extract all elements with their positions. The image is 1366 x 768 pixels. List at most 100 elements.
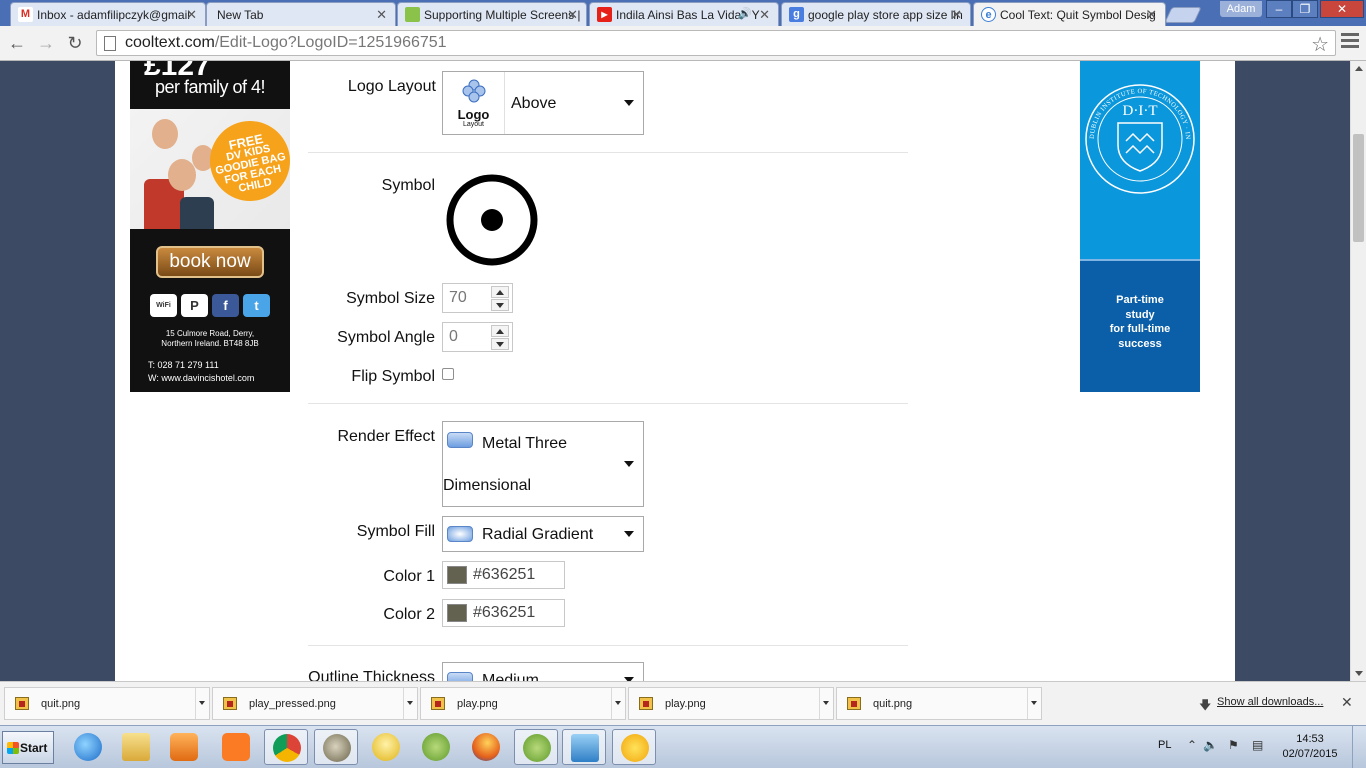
symbol-preview-icon[interactable] <box>445 173 540 268</box>
xampp-icon[interactable] <box>214 729 258 765</box>
address-line: 15 Culmore Road, Derry, <box>165 329 255 338</box>
logo-layout-select[interactable]: Logo Layout Above <box>442 71 644 135</box>
chevron-down-icon[interactable] <box>195 688 209 719</box>
start-button[interactable]: Start <box>2 731 54 764</box>
color1-swatch[interactable] <box>447 566 467 584</box>
spin-down-icon[interactable] <box>491 338 509 350</box>
symbol-fill-select[interactable]: Radial Gradient <box>442 516 644 552</box>
flower-logo-icon <box>462 79 485 103</box>
dit-advert[interactable]: DUBLIN INSTITUTE OF TECHNOLOGY · INSTITI… <box>1080 61 1200 392</box>
flip-symbol-checkbox[interactable] <box>442 368 454 380</box>
system-clock[interactable]: 14:53 02/07/2015 <box>1280 732 1340 762</box>
color2-input[interactable]: #636251 <box>442 599 565 627</box>
tab-cooltext[interactable]: e Cool Text: Quit Symbol Desig ✕ <box>973 2 1166 27</box>
tab-close-icon[interactable]: ✕ <box>759 7 770 23</box>
close-icon[interactable]: ✕ <box>1341 694 1353 711</box>
tab-close-icon[interactable]: ✕ <box>186 7 197 23</box>
symbol-angle-input[interactable]: 0 <box>442 322 513 352</box>
image-viewer-icon[interactable] <box>562 729 606 765</box>
tab-new-tab[interactable]: New Tab ✕ <box>206 2 396 26</box>
chevron-down-icon <box>624 461 634 467</box>
new-tab-button[interactable] <box>1164 7 1202 23</box>
symbol-angle-label: Symbol Angle <box>337 329 435 346</box>
ad-web: W: www.davincishotel.com <box>148 373 255 383</box>
download-item[interactable]: play.png <box>628 687 834 720</box>
chevron-down-icon[interactable] <box>1027 688 1041 719</box>
start-label: Start <box>20 741 48 755</box>
gimp-icon[interactable] <box>314 729 358 765</box>
scroll-down-icon[interactable] <box>1355 671 1363 676</box>
tab-supporting-screens[interactable]: Supporting Multiple Screens | ✕ <box>397 2 587 26</box>
book-now-button[interactable]: book now <box>156 246 264 278</box>
restore-icon[interactable]: ❐ <box>1292 0 1318 18</box>
download-item[interactable]: play.png <box>420 687 626 720</box>
download-item[interactable]: quit.png <box>4 687 210 720</box>
tab-close-icon[interactable]: ✕ <box>567 7 578 23</box>
spin-up-icon[interactable] <box>491 286 509 298</box>
tab-close-icon[interactable]: ✕ <box>376 7 387 23</box>
color2-swatch[interactable] <box>447 604 467 622</box>
action-center-flag-icon[interactable]: ⚑ <box>1228 738 1239 752</box>
color2-value: #636251 <box>473 604 536 621</box>
dit-seal-icon: DUBLIN INSTITUTE OF TECHNOLOGY · INSTITI… <box>1080 61 1195 194</box>
chevron-down-icon[interactable] <box>403 688 417 719</box>
render-effect-select[interactable]: Metal Three Dimensional <box>442 421 644 507</box>
back-icon[interactable]: ← <box>5 31 29 55</box>
internet-explorer-icon[interactable] <box>66 729 110 765</box>
download-item[interactable]: play_pressed.png <box>212 687 418 720</box>
language-indicator[interactable]: PL <box>1158 739 1171 751</box>
hamburger-menu-icon[interactable] <box>1341 33 1359 53</box>
color1-label: Color 1 <box>383 568 435 585</box>
forward-icon[interactable]: → <box>34 31 58 55</box>
golden-cup-icon[interactable] <box>364 729 408 765</box>
speaker-icon[interactable]: 🔊 <box>738 7 752 20</box>
scrollbar-thumb[interactable] <box>1353 134 1364 242</box>
dit-wordmark: D·I·T <box>1123 103 1158 119</box>
volume-icon[interactable]: 🔈 <box>1203 738 1218 752</box>
tab-close-icon[interactable]: ✕ <box>1146 7 1157 23</box>
page-scrollbar[interactable] <box>1350 61 1366 681</box>
file-explorer-icon[interactable] <box>114 729 158 765</box>
tagline-line: success <box>1118 337 1162 350</box>
user-profile-badge[interactable]: Adam <box>1220 1 1262 17</box>
address-bar[interactable]: cooltext.com/Edit-Logo?LogoID=1251966751… <box>96 30 1336 56</box>
clock-date: 02/07/2015 <box>1282 748 1338 760</box>
parking-icon: P <box>181 294 208 317</box>
seal-ring-text: DUBLIN INSTITUTE OF TECHNOLOGY · INSTITI… <box>1080 61 1191 140</box>
spin-down-icon[interactable] <box>491 299 509 311</box>
color1-value: #636251 <box>473 566 536 583</box>
chevron-down-icon[interactable] <box>611 688 625 719</box>
tab-title: Cool Text: Quit Symbol Desig <box>1000 8 1156 22</box>
cooltext-icon: e <box>981 7 996 22</box>
chevron-down-icon[interactable] <box>819 688 833 719</box>
minimize-icon[interactable]: – <box>1266 0 1292 18</box>
close-window-icon[interactable]: ✕ <box>1320 0 1364 18</box>
android-studio-icon[interactable] <box>514 729 558 765</box>
scroll-up-icon[interactable] <box>1355 66 1363 71</box>
tray-expand-icon[interactable]: ⌃ <box>1187 738 1197 752</box>
firefox-icon[interactable] <box>464 729 508 765</box>
download-item[interactable]: quit.png <box>836 687 1042 720</box>
color1-input[interactable]: #636251 <box>442 561 565 589</box>
bookmark-star-icon[interactable]: ☆ <box>1311 32 1329 57</box>
tab-gmail[interactable]: M Inbox - adamfilipczyk@gmail ✕ <box>10 2 206 26</box>
network-icon[interactable]: ▤ <box>1252 738 1263 752</box>
tab-close-icon[interactable]: ✕ <box>951 7 962 23</box>
spin-up-icon[interactable] <box>491 325 509 337</box>
tab-youtube[interactable]: ▶ Indila Ainsi Bas La Vida - Y 🔊 ✕ <box>589 2 779 26</box>
tab-google-search[interactable]: g google play store app size lin ✕ <box>781 2 971 26</box>
ad-address: 15 Culmore Road, Derry, Northern Ireland… <box>130 329 290 349</box>
outline-medium-icon <box>447 672 473 681</box>
sun-icon[interactable] <box>612 729 656 765</box>
show-desktop-button[interactable] <box>1352 726 1366 768</box>
address-line: Northern Ireland. BT48 8JB <box>161 339 259 348</box>
reload-icon[interactable]: ↻ <box>63 31 87 55</box>
android-studio-icon[interactable] <box>414 729 458 765</box>
outline-thickness-select[interactable]: Medium <box>442 662 644 681</box>
hotel-advert[interactable]: £127 per family of 4! FREE DV KIDS GOODI… <box>130 61 290 392</box>
show-all-downloads-link[interactable]: Show all downloads... <box>1217 696 1323 708</box>
symbol-size-input[interactable]: 70 <box>442 283 513 313</box>
media-player-icon[interactable] <box>162 729 206 765</box>
chrome-icon[interactable] <box>264 729 308 765</box>
logo-layout-value: Above <box>511 95 557 112</box>
